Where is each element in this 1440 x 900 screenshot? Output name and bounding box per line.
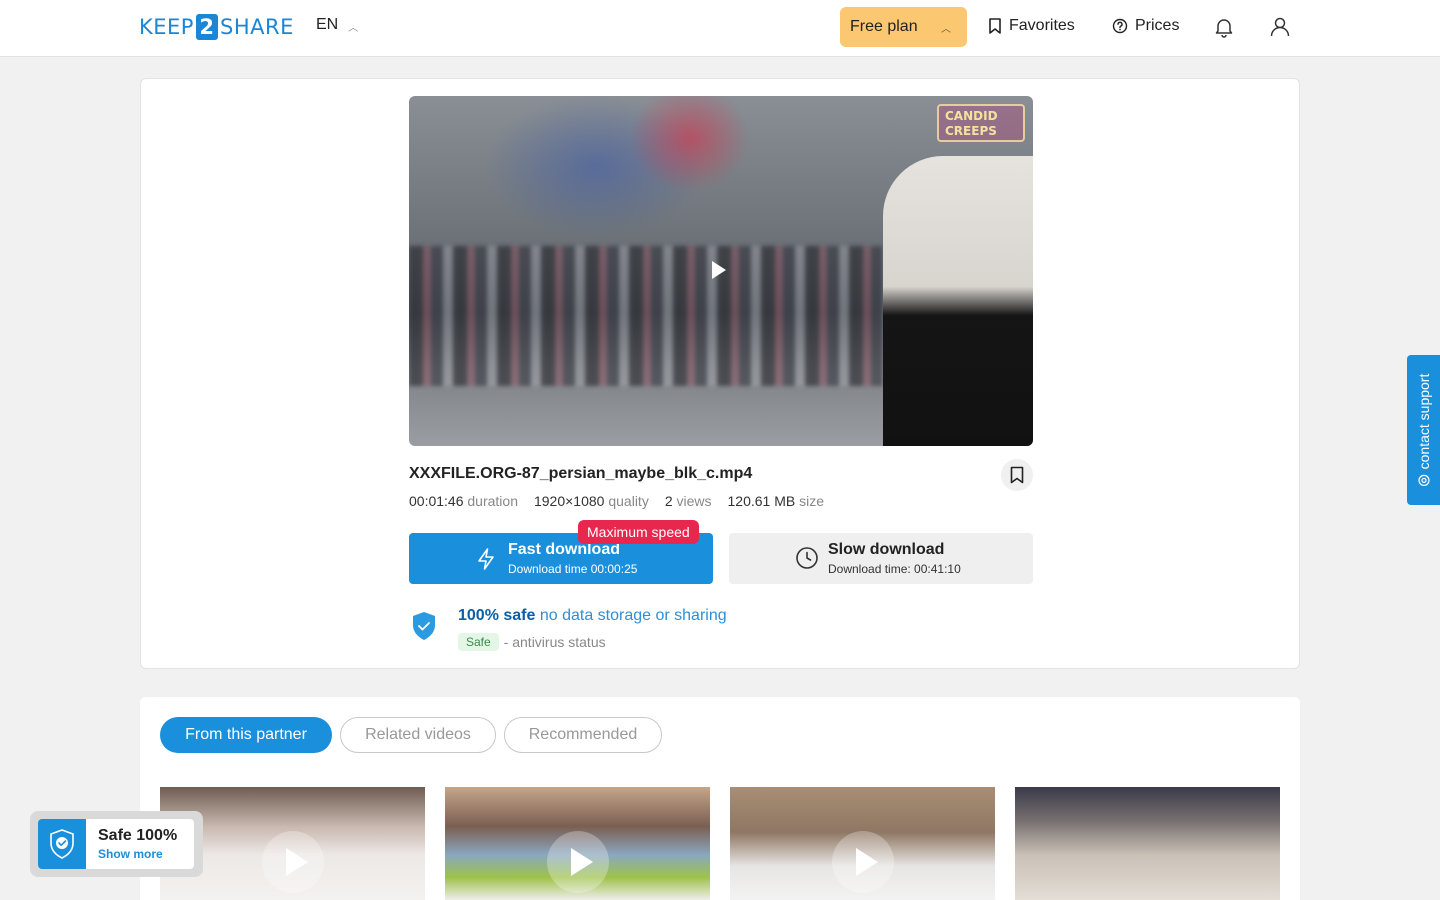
meta-views: 2 views	[665, 493, 712, 509]
duration-label: duration	[467, 493, 518, 509]
add-to-favorites-button[interactable]	[1001, 459, 1033, 491]
video-player[interactable]: CANDID CREEPS	[409, 96, 1033, 446]
file-name: XXXFILE.ORG-87_persian_maybe_blk_c.mp4	[409, 465, 753, 482]
antivirus-status: Safe - antivirus status	[458, 633, 606, 651]
slow-download-time: Download time: 00:41:10	[828, 562, 961, 576]
prices-label: Prices	[1135, 17, 1180, 34]
language-selector[interactable]: EN ︿	[316, 16, 358, 34]
favorites-link[interactable]: Favorites	[988, 17, 1075, 35]
meta-size: 120.61 MB size	[728, 493, 825, 509]
meta-duration: 00:01:46 duration	[409, 493, 518, 509]
fast-download-time: Download time 00:00:25	[508, 562, 638, 576]
size-label: size	[799, 493, 825, 509]
chevron-up-icon: ︿	[348, 22, 359, 34]
bookmark-icon	[989, 18, 1001, 34]
question-circle-icon	[1112, 18, 1128, 34]
size-value: 120.61 MB	[727, 493, 796, 509]
show-more-link[interactable]: Show more	[98, 847, 163, 861]
play-icon[interactable]	[832, 831, 894, 893]
contact-support-label-wrap: contact support	[1416, 374, 1432, 487]
user-icon	[1270, 17, 1290, 37]
watermark-line-2: CREEPS	[945, 124, 997, 138]
safe-widget-title: Safe 100%	[98, 827, 178, 844]
chevron-up-icon: ︿	[941, 24, 951, 35]
tab-recommended[interactable]: Recommended	[504, 717, 662, 753]
duration-value: 00:01:46	[409, 493, 464, 509]
video-watermark: CANDID CREEPS	[937, 104, 1025, 142]
prices-link[interactable]: Prices	[1112, 17, 1179, 35]
slow-download-button[interactable]: Slow download Download time: 00:41:10	[729, 533, 1033, 584]
shield-check-icon	[50, 829, 74, 859]
file-meta: 00:01:46 duration 1920×1080 quality 2 vi…	[409, 493, 824, 509]
bell-icon	[1215, 19, 1233, 38]
account-button[interactable]	[1268, 15, 1292, 39]
favorites-label: Favorites	[1009, 17, 1075, 34]
logo-text-left: KEEP	[139, 15, 194, 39]
quality-value: 1920×1080	[533, 493, 605, 509]
language-label: EN	[316, 16, 339, 33]
antivirus-safe-badge: Safe	[458, 633, 499, 651]
antivirus-label: - antivirus status	[503, 634, 606, 650]
play-icon[interactable]	[262, 831, 324, 893]
safety-headline: 100% safe no data storage or sharing	[458, 607, 727, 625]
tab-related-videos[interactable]: Related videos	[340, 717, 496, 753]
at-sign-icon	[1417, 474, 1430, 486]
video-thumbnail[interactable]	[730, 787, 995, 900]
views-label: views	[676, 493, 712, 509]
bookmark-icon	[1010, 466, 1024, 484]
logo-text-mid: 2	[195, 14, 218, 40]
video-thumbnail[interactable]	[445, 787, 710, 900]
play-icon[interactable]	[547, 831, 609, 893]
safe-widget[interactable]: Safe 100% Show more	[30, 811, 203, 877]
safety-headline-bold: 100% safe	[458, 607, 536, 624]
plan-label: Free plan	[850, 18, 918, 35]
logo-text-right: SHARE	[219, 15, 294, 39]
safe-widget-inner: Safe 100% Show more	[38, 819, 194, 869]
views-value: 2	[664, 493, 673, 509]
notifications-button[interactable]	[1212, 15, 1236, 39]
watermark-line-1: CANDID	[945, 109, 998, 123]
shield-check-icon	[413, 612, 435, 640]
maximum-speed-badge: Maximum speed	[578, 520, 699, 544]
site-logo[interactable]: KEEP 2 SHARE	[139, 14, 294, 40]
free-plan-button[interactable]: Free plan ︿	[840, 7, 967, 47]
play-icon[interactable]	[712, 261, 726, 279]
safety-headline-rest: no data storage or sharing	[539, 607, 727, 624]
quality-label: quality	[608, 493, 649, 509]
meta-quality: 1920×1080 quality	[534, 493, 649, 509]
slow-download-title: Slow download	[828, 541, 945, 558]
contact-support-tab[interactable]: contact support	[1407, 355, 1440, 505]
top-header: KEEP 2 SHARE EN ︿ Free plan ︿ Favorites Pr…	[0, 0, 1440, 57]
safe-widget-shield	[38, 819, 86, 869]
video-frame-figure	[883, 156, 1033, 446]
tab-from-this-partner[interactable]: From this partner	[160, 717, 332, 753]
video-thumbnail[interactable]	[1015, 787, 1280, 900]
contact-support-label: contact support	[1415, 373, 1432, 470]
file-card: CANDID CREEPS XXXFILE.ORG-87_persian_may…	[140, 78, 1300, 669]
recommendations-section: From this partner Related videos Recomme…	[140, 697, 1300, 900]
clock-icon	[796, 547, 818, 569]
lightning-icon	[478, 548, 494, 570]
